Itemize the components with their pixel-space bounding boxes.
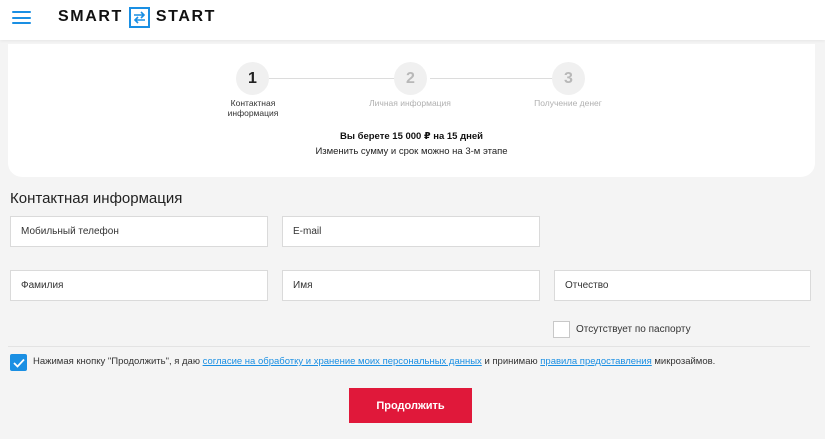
personal-data-consent-link[interactable]: согласие на обработку и хранение моих пе… — [203, 356, 482, 367]
consent-text-middle: и принимаю — [481, 356, 541, 367]
lastname-field[interactable]: Фамилия — [10, 270, 268, 301]
email-field[interactable]: E-mail — [282, 216, 540, 247]
loan-summary-hint: Изменить сумму и срок можно на 3-м этапе — [315, 146, 508, 157]
continue-button[interactable]: Продолжить — [349, 388, 472, 423]
site-header: SMART START — [0, 0, 825, 40]
consent-text-after: микрозаймов. — [651, 356, 716, 367]
logo-text-start: START — [155, 8, 217, 25]
checkmark-icon — [12, 358, 25, 368]
stepper-line-1 — [269, 78, 402, 79]
patronymic-field[interactable]: Отчество — [554, 270, 811, 301]
smart-start-logo[interactable]: SMART START — [58, 6, 216, 28]
divider — [8, 346, 810, 347]
step-2-circle: 2 — [394, 62, 427, 95]
step-3-label: Получение денег — [534, 98, 602, 108]
step-1-circle: 1 — [236, 62, 269, 95]
phone-field[interactable]: Мобильный телефон — [10, 216, 268, 247]
step-2-label: Личная информация — [369, 98, 451, 108]
consent-text-before: Нажимая кнопку "Продолжить", я даю — [33, 356, 203, 367]
consent-checkbox[interactable] — [10, 354, 27, 371]
loan-rules-link[interactable]: правила предоставления — [540, 356, 652, 367]
step-1-label: Контактная информация — [227, 98, 279, 118]
no-patronymic-checkbox[interactable] — [553, 321, 570, 338]
logo-text-smart: SMART — [58, 8, 123, 25]
firstname-field[interactable]: Имя — [282, 270, 540, 301]
hamburger-menu-icon[interactable] — [12, 11, 31, 24]
loan-summary: Вы берете 15 000 ₽ на 15 дней — [339, 131, 483, 142]
section-title: Контактная информация — [10, 190, 183, 207]
no-patronymic-label[interactable]: Отсутствует по паспорту — [576, 324, 691, 335]
step-3-circle: 3 — [552, 62, 585, 95]
stepper-line-2 — [430, 78, 563, 79]
consent-text: Нажимая кнопку "Продолжить", я даю согла… — [33, 356, 715, 367]
exchange-arrows-icon — [128, 6, 150, 28]
application-progress-card: 1 2 3 Контактная информация Личная инфор… — [8, 44, 815, 177]
